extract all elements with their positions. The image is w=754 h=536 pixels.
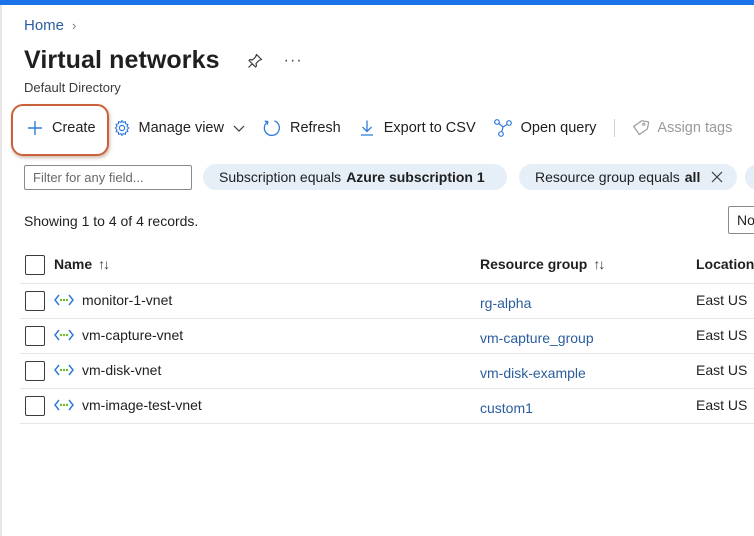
title-row: Virtual networks ··· (24, 46, 303, 75)
column-header-name-label: Name (54, 256, 93, 272)
row-checkbox[interactable] (25, 291, 45, 311)
vnet-icon (54, 364, 74, 376)
resource-group-filter-pill[interactable]: Resource group equals all (519, 164, 737, 190)
resource-group-link[interactable]: vm-capture_group (480, 330, 594, 346)
toolbar-separator (614, 119, 616, 137)
name-cell: vm-disk-vnet (54, 362, 161, 378)
vnet-icon (54, 294, 74, 306)
plus-icon (28, 121, 42, 135)
table-row: monitor-1-vnet rg-alpha East US (20, 284, 754, 319)
more-options-icon[interactable]: ··· (284, 52, 303, 70)
row-checkbox[interactable] (25, 396, 45, 416)
add-filter-pill[interactable] (745, 164, 754, 190)
resources-table: Name ↑↓ Resource group ↑↓ Location monit… (20, 250, 754, 424)
resource-name-link[interactable]: vm-disk-vnet (82, 362, 161, 378)
resource-name-link[interactable]: vm-capture-vnet (82, 327, 183, 343)
name-cell: vm-image-test-vnet (54, 397, 202, 413)
records-count: Showing 1 to 4 of 4 records. (24, 213, 199, 229)
export-csv-button[interactable]: Export to CSV (358, 119, 476, 137)
location-cell: East US (696, 327, 748, 343)
table-row: vm-image-test-vnet custom1 East US (20, 389, 754, 424)
column-header-name[interactable]: Name ↑↓ (54, 256, 110, 272)
create-label: Create (52, 120, 96, 136)
manage-view-label: Manage view (138, 120, 224, 136)
row-checkbox[interactable] (25, 326, 45, 346)
breadcrumb: Home › (24, 17, 76, 34)
view-select[interactable]: No (728, 206, 754, 234)
vnet-icon (54, 329, 74, 341)
location-cell: East US (696, 362, 748, 378)
pin-icon[interactable] (246, 52, 264, 70)
refresh-icon (263, 120, 280, 137)
gear-icon (114, 119, 129, 137)
resource-group-link[interactable]: custom1 (480, 400, 533, 416)
resource-group-filter-value: all (684, 169, 701, 185)
refresh-button[interactable]: Refresh (262, 118, 341, 138)
resource-name-link[interactable]: vm-image-test-vnet (82, 397, 202, 413)
close-icon[interactable] (710, 170, 724, 184)
download-icon (360, 120, 373, 136)
sort-icon[interactable]: ↑↓ (593, 256, 605, 272)
left-edge-divider (0, 5, 2, 536)
page-subtitle: Default Directory (24, 80, 121, 95)
query-icon (493, 119, 512, 137)
sort-icon[interactable]: ↑↓ (98, 256, 110, 272)
refresh-label: Refresh (289, 120, 341, 136)
assign-tags-button[interactable]: Assign tags (631, 119, 732, 137)
subscription-filter-pill[interactable]: Subscription equals Azure subscription 1 (203, 164, 507, 190)
assign-tags-label: Assign tags (657, 120, 733, 136)
filter-input[interactable] (24, 165, 192, 190)
column-header-location-label: Location (696, 256, 754, 272)
resource-name-link[interactable]: monitor-1-vnet (82, 292, 172, 308)
tag-icon (633, 120, 650, 136)
resource-group-filter-prefix: Resource group equals (535, 169, 680, 185)
open-query-label: Open query (520, 120, 597, 136)
subscription-filter-prefix: Subscription equals (219, 169, 342, 185)
vnet-icon (54, 399, 74, 411)
subscription-filter-value: Azure subscription 1 (346, 169, 485, 185)
manage-view-button[interactable]: Manage view (113, 119, 246, 137)
resource-group-link[interactable]: vm-disk-example (480, 365, 586, 381)
name-cell: monitor-1-vnet (54, 292, 172, 308)
column-header-resource-group[interactable]: Resource group ↑↓ (480, 256, 605, 272)
row-checkbox[interactable] (25, 361, 45, 381)
chevron-down-icon (233, 125, 245, 132)
location-cell: East US (696, 292, 748, 308)
location-cell: East US (696, 397, 748, 413)
table-row: vm-disk-vnet vm-disk-example East US (20, 354, 754, 389)
column-header-resource-group-label: Resource group (480, 256, 588, 272)
column-header-location[interactable]: Location (696, 256, 754, 272)
open-query-button[interactable]: Open query (493, 118, 597, 138)
table-row: vm-capture-vnet vm-capture_group East US (20, 319, 754, 354)
name-cell: vm-capture-vnet (54, 327, 183, 343)
breadcrumb-chevron-icon: › (72, 18, 77, 33)
breadcrumb-home-link[interactable]: Home (24, 17, 64, 34)
resource-group-link[interactable]: rg-alpha (480, 295, 531, 311)
export-csv-label: Export to CSV (383, 120, 476, 136)
command-bar: Create Manage view Refresh Export to CSV… (26, 116, 732, 140)
table-header: Name ↑↓ Resource group ↑↓ Location (20, 250, 754, 284)
top-accent-bar (0, 0, 754, 5)
create-button[interactable]: Create (26, 119, 96, 137)
select-all-checkbox[interactable] (25, 255, 45, 275)
page-title: Virtual networks (24, 46, 220, 74)
